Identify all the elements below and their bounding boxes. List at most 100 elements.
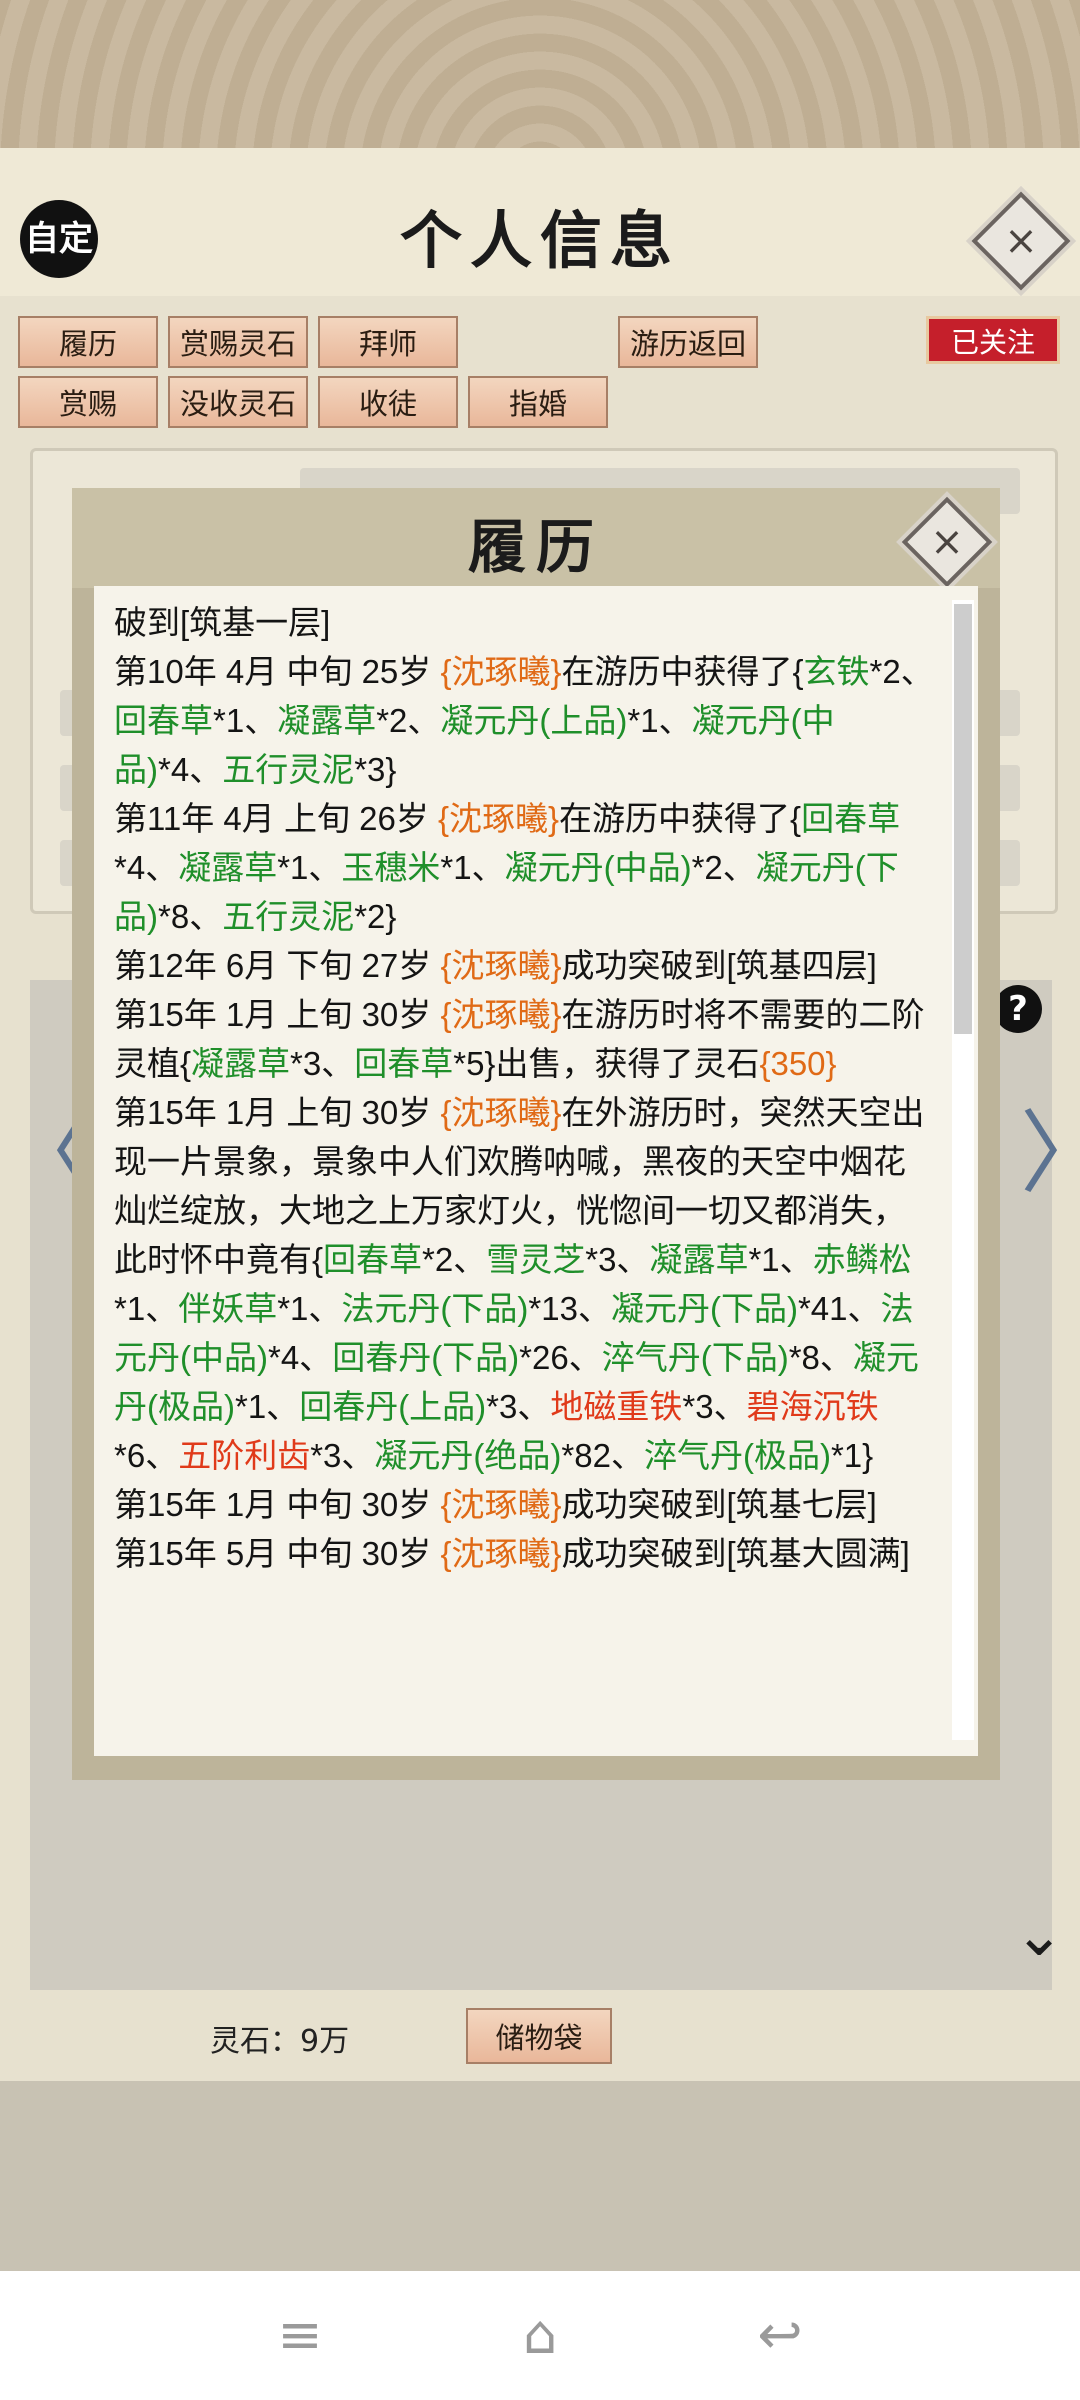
help-icon[interactable]: ?: [994, 985, 1042, 1033]
arrange-marriage-button[interactable]: 指婚: [468, 376, 608, 428]
next-arrow-icon[interactable]: 〉: [1020, 1080, 1080, 1210]
history-entry-text: 第12年 6月 下旬 27岁: [114, 947, 441, 984]
bottom-band: [0, 2081, 1080, 2271]
history-entry-text: 五阶利齿: [178, 1437, 311, 1474]
history-entry-text: *1、: [277, 849, 342, 886]
close-icon: ×: [930, 519, 964, 565]
history-entry-text: *6、: [114, 1437, 179, 1474]
menu-icon[interactable]: ≡: [260, 2300, 340, 2370]
confiscate-spirit-stone-button[interactable]: 没收灵石: [168, 376, 308, 428]
history-entry-text: *13、: [528, 1290, 611, 1327]
history-entry-text: 赤鳞松: [812, 1241, 912, 1278]
history-entry-text: *4、: [114, 849, 179, 886]
history-entry-text: 法元丹(下品): [341, 1290, 529, 1327]
modal-title: 履历: [467, 513, 604, 581]
storage-bag-button[interactable]: 储物袋: [466, 2008, 612, 2064]
history-entry-text: 淬气丹(下品): [601, 1339, 789, 1376]
history-entry-text: *41、: [797, 1290, 881, 1327]
history-entry-text: 五行灵泥: [222, 751, 355, 788]
history-entry-text: {沈琢曦}: [440, 1535, 562, 1572]
history-entry-text: 碧海沉铁: [746, 1388, 879, 1425]
apprentice-button[interactable]: 拜师: [318, 316, 458, 368]
history-entry-text: *4、: [158, 751, 223, 788]
history-entry-text: 凝露草: [191, 1045, 291, 1082]
history-entry: 破到[筑基一层]: [114, 598, 934, 647]
history-entry-text: 回春草: [114, 702, 213, 739]
history-entry-text: {沈琢曦}: [440, 947, 562, 984]
history-entry: 第15年 1月 上旬 30岁 {沈琢曦}在外游历时，突然天空出现一片景象，景象中…: [114, 1088, 934, 1480]
history-entry-text: 凝元丹(下品): [610, 1290, 798, 1327]
close-icon: ×: [1004, 218, 1038, 264]
history-entry-text: 玄铁: [803, 653, 870, 690]
history-entry-text: *1、: [748, 1241, 813, 1278]
history-entry-text: {沈琢曦}: [440, 1094, 562, 1131]
history-entry-text: *1、: [213, 702, 278, 739]
history-entry-text: 伴妖草: [178, 1290, 278, 1327]
history-entry-text: {沈琢曦}: [438, 800, 560, 837]
history-entry-text: *3、: [486, 1388, 551, 1425]
decorative-header-band: [0, 0, 1080, 148]
history-entry-text: 凝露草: [277, 702, 377, 739]
take-disciple-button[interactable]: 收徒: [318, 376, 458, 428]
history-entry-text: *2、: [422, 1241, 487, 1278]
history-entry-text: *1}: [830, 1437, 874, 1474]
history-entry-text: *3、: [585, 1241, 650, 1278]
history-entry-text: 第10年 4月 中旬 25岁: [114, 653, 441, 690]
history-entry-text: *8、: [788, 1339, 853, 1376]
history-entry-text: {沈琢曦}: [440, 996, 562, 1033]
history-entry-text: 破到[筑基一层]: [114, 604, 331, 641]
history-entry-text: 回春草: [354, 1045, 454, 1082]
history-entry-text: *2、: [376, 702, 441, 739]
history-entry-text: 在游历中获得了{: [561, 653, 804, 690]
history-entry-text: 五行灵泥: [222, 898, 355, 935]
history-entry-text: 成功突破到[筑基四层]: [561, 947, 877, 984]
history-entry-text: 成功突破到[筑基大圆满]: [561, 1535, 910, 1572]
spirit-stone-count: 灵石：9万: [210, 2024, 350, 2059]
scrollbar-thumb[interactable]: [954, 604, 972, 1034]
history-entry-text: 在游历中获得了{: [559, 800, 802, 837]
history-entry-text: 淬气丹(极品): [643, 1437, 831, 1474]
history-entry-text: 回春草: [801, 800, 901, 837]
history-entry-text: *3、: [310, 1437, 375, 1474]
history-entry: 第15年 1月 中旬 30岁 {沈琢曦}成功突破到[筑基七层]: [114, 1480, 934, 1529]
history-entry-text: 地磁重铁: [550, 1388, 683, 1425]
history-entry-text: 第11年 4月 上旬 26岁: [114, 800, 438, 837]
auto-button[interactable]: 自定: [20, 200, 98, 278]
history-entry: 第12年 6月 下旬 27岁 {沈琢曦}成功突破到[筑基四层]: [114, 941, 934, 990]
history-entry-text: {沈琢曦}: [440, 653, 562, 690]
history-entry-text: *3、: [682, 1388, 747, 1425]
history-entry-text: *4、: [267, 1339, 333, 1376]
history-entry-text: 雪灵芝: [486, 1241, 586, 1278]
history-entry-text: 第15年 5月 中旬 30岁: [114, 1535, 441, 1572]
history-entry-text: *1、: [234, 1388, 300, 1425]
history-entry-text: *1、: [277, 1290, 342, 1327]
history-entry-text: *1、: [627, 702, 692, 739]
history-entry-text: 第15年 1月 上旬 30岁: [114, 1094, 441, 1131]
history-entry-text: *2、: [869, 653, 934, 690]
expand-chevron-icon[interactable]: ⌄: [1014, 1900, 1064, 1970]
history-entry: 第10年 4月 中旬 25岁 {沈琢曦}在游历中获得了{玄铁*2、回春草*1、凝…: [114, 647, 934, 794]
history-entry-text: 成功突破到[筑基七层]: [561, 1486, 877, 1523]
history-entry-text: 凝露草: [649, 1241, 749, 1278]
history-entry: 第11年 4月 上旬 26岁 {沈琢曦}在游历中获得了{回春草 *4、凝露草*1、…: [114, 794, 934, 941]
history-entry-text: 回春丹(下品): [332, 1339, 520, 1376]
travel-return-button[interactable]: 游历返回: [618, 316, 758, 368]
history-entry-text: 凝露草: [178, 849, 278, 886]
followed-badge[interactable]: 已关注: [926, 316, 1060, 364]
history-button[interactable]: 履历: [18, 316, 158, 368]
history-entry-text: {350}: [759, 1045, 837, 1082]
history-entry-text: *8、: [158, 898, 223, 935]
page-title: 个人信息: [399, 204, 680, 277]
history-entry-text: *2}: [354, 898, 397, 935]
history-entry-text: 回春丹(上品): [299, 1388, 487, 1425]
history-entry-text: 凝元丹(上品): [440, 702, 628, 739]
back-icon[interactable]: ↩: [740, 2300, 820, 2370]
history-entry-text: *3、: [290, 1045, 355, 1082]
history-log-panel[interactable]: 破到[筑基一层] 第10年 4月 中旬 25岁 {沈琢曦}在游历中获得了{玄铁*2…: [94, 586, 978, 1756]
history-entry-text: 第15年 1月 上旬 30岁: [114, 996, 441, 1033]
reward-spirit-stone-button[interactable]: 赏赐灵石: [168, 316, 308, 368]
home-icon[interactable]: ⌂: [500, 2300, 580, 2370]
history-log: 破到[筑基一层] 第10年 4月 中旬 25岁 {沈琢曦}在游历中获得了{玄铁*2…: [114, 598, 934, 1578]
reward-button[interactable]: 赏赐: [18, 376, 158, 428]
history-entry-text: *82、: [561, 1437, 644, 1474]
